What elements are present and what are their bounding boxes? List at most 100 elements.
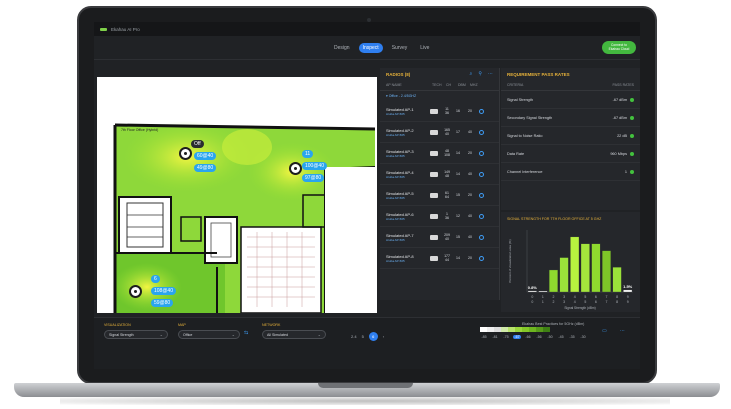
chart-y-label: Percent of visualization area (%) xyxy=(508,239,512,282)
pass-check-icon xyxy=(630,151,634,156)
legend-tick: -81 xyxy=(492,335,498,339)
ap-visibility-toggle-icon[interactable] xyxy=(479,150,484,156)
col-tech: TECH xyxy=(432,83,442,87)
col-ap-name: AP NAME xyxy=(386,83,402,87)
ap-visibility-toggle-icon[interactable] xyxy=(479,255,484,261)
legend-tick: -45 xyxy=(558,335,564,339)
signal-strength-chart: 00 0.8% 11 22 33 44 55 66 77 88 99 1.5% Percent of v… xyxy=(508,230,633,310)
requirement-row[interactable]: Channel Interference 1 xyxy=(501,163,640,181)
search-icon[interactable]: ⌕ xyxy=(470,71,473,77)
chart-tick-label-2: 5 xyxy=(584,300,586,304)
ap-marker-off-icon[interactable] xyxy=(179,147,192,160)
visualization-select[interactable]: Signal Strength ⌄ xyxy=(104,330,168,339)
ap-name-cell: Simulated AP-2 Aruba AP-505 xyxy=(386,128,430,137)
ap-name-cell: Simulated AP-5 Aruba AP-505 xyxy=(386,191,430,200)
ap-6-chip-2: 59@80 xyxy=(151,299,174,307)
connect-cloud-line2: Ekahau Cloud xyxy=(608,47,630,51)
chevron-down-icon: ⌄ xyxy=(231,332,235,337)
legend-tick: -56 xyxy=(536,335,542,339)
ap-visibility-toggle-icon[interactable] xyxy=(479,192,484,198)
tech-icon xyxy=(430,171,438,177)
chart-bar xyxy=(559,257,569,293)
floor-map[interactable]: 7th Floor Office (Hybrid) Off 60@40 49@8… xyxy=(97,77,377,313)
more-options-icon[interactable]: ⋯ xyxy=(620,328,625,334)
ap-dbm: 14 xyxy=(456,172,460,176)
map-link-icon[interactable]: ⇆ xyxy=(244,330,248,336)
app-logo-icon xyxy=(100,27,107,31)
chart-tick-label: 7 xyxy=(606,295,608,299)
ap-visibility-toggle-icon[interactable] xyxy=(479,213,484,219)
map-select[interactable]: Office ⌄ xyxy=(178,330,240,339)
legend-tick: -67 xyxy=(513,335,521,339)
ap-row[interactable]: Simulated AP-6 Aruba AP-505 1 36 12 40 xyxy=(380,206,499,227)
ap-visibility-toggle-icon[interactable] xyxy=(479,234,484,240)
ap-name-cell: Simulated AP-6 Aruba AP-505 xyxy=(386,212,430,221)
ap-marker-6-icon[interactable] xyxy=(129,285,142,298)
ap-visibility-toggle-icon[interactable] xyxy=(479,171,484,177)
ap-row[interactable]: Simulated AP-4 Aruba AP-505 149 48 14 40 xyxy=(380,164,499,185)
ap-off-chip-1: 60@40 xyxy=(194,152,217,160)
chart-tick-label: 3 xyxy=(563,295,565,299)
tech-icon xyxy=(430,192,438,198)
ap-visibility-toggle-icon[interactable] xyxy=(479,129,484,135)
band-24[interactable]: 2.4 xyxy=(351,334,357,339)
band-6[interactable]: 6 xyxy=(368,332,378,341)
chart-tick-label: 9 xyxy=(627,295,629,299)
chart-data-label: 1.5% xyxy=(623,284,633,289)
requirement-label: Signal to Noise Ratio xyxy=(507,133,543,138)
ap-marker-11-icon[interactable] xyxy=(289,162,302,175)
ap-channel: 1 36 xyxy=(445,212,449,220)
floor-plan-heatmap xyxy=(112,121,377,313)
network-select[interactable]: All Simulated ⌄ xyxy=(262,330,326,339)
pass-check-icon xyxy=(630,133,634,138)
ap-name-cell: Simulated AP-1 Aruba AP-505 xyxy=(386,107,430,116)
ap-row[interactable]: Simulated AP-7 Aruba AP-505 209 40 15 40 xyxy=(380,227,499,248)
col-ch: CH xyxy=(446,83,452,87)
band-5[interactable]: 5 xyxy=(362,334,364,339)
ap-row[interactable]: Simulated AP-5 Aruba AP-505 61 64 15 20 xyxy=(380,185,499,206)
radios-panel-header: RADIOS (8) ⌕ ⚲ ⋯ xyxy=(380,68,499,80)
ap-dbm: 16 xyxy=(456,109,460,113)
legend-ticks: -85 -81 -75 -67 -66 -56 -50 -45 -35 -30 xyxy=(480,335,587,339)
bottom-bar: VISUALIZATION Signal Strength ⌄ MAP Offi… xyxy=(94,317,640,369)
tab-live[interactable]: Live xyxy=(416,43,433,53)
ap-row[interactable]: Simulated AP-8 Aruba AP-505 177 44 14 20 xyxy=(380,248,499,269)
ap-mhz: 40 xyxy=(468,130,472,134)
tab-design[interactable]: Design xyxy=(330,43,354,53)
chart-tick-label-2: 3 xyxy=(563,300,565,304)
radios-group[interactable]: ▾ Office - 2.4/5GHZ xyxy=(380,91,499,101)
chart-bar xyxy=(612,267,622,293)
tech-icon xyxy=(430,150,438,156)
tab-bar: Design Inspect Survey Live Connect to Ek… xyxy=(94,36,640,60)
more-bands-icon[interactable]: › xyxy=(383,334,384,339)
ap-row[interactable]: Simulated AP-1 Aruba AP-505 11 36 16 20 xyxy=(380,101,499,122)
ap-model: Aruba AP-505 xyxy=(386,237,405,242)
chart-tick-label-2: 0 xyxy=(531,300,533,304)
more-icon[interactable]: ⋯ xyxy=(488,71,493,77)
chart-tick-label-2: 7 xyxy=(606,300,608,304)
chart-bar xyxy=(527,290,537,293)
pass-check-icon xyxy=(630,97,634,102)
ap-model: Aruba AP-505 xyxy=(386,216,405,221)
requirement-row[interactable]: Signal Strength -67 dBm xyxy=(501,91,640,109)
ap-row[interactable]: Simulated AP-3 Aruba AP-505 48 108 14 20 xyxy=(380,143,499,164)
tab-inspect[interactable]: Inspect xyxy=(358,43,383,53)
expand-icon[interactable]: ▭ xyxy=(602,328,607,334)
col-mhz: MHZ xyxy=(470,83,478,87)
ap-row[interactable]: Simulated AP-2 Aruba AP-505 165 40 17 40 xyxy=(380,122,499,143)
requirement-row[interactable]: Secondary Signal Strength -67 dBm xyxy=(501,109,640,127)
connect-cloud-button[interactable]: Connect to Ekahau Cloud xyxy=(602,41,636,54)
ap-visibility-toggle-icon[interactable] xyxy=(479,108,484,114)
filter-icon[interactable]: ⚲ xyxy=(478,71,482,77)
requirement-row[interactable]: Data Rate 960 Mbps xyxy=(501,145,640,163)
ap-dbm: 12 xyxy=(456,214,460,218)
requirement-value: -67 dBm xyxy=(612,115,627,120)
chart-x-label: Signal Strength (dBm) xyxy=(564,306,595,310)
requirement-row[interactable]: Signal to Noise Ratio 22 dB xyxy=(501,127,640,145)
chevron-down-icon: ⌄ xyxy=(159,332,163,337)
map-value: Office xyxy=(183,333,193,337)
ap-name-cell: Simulated AP-8 Aruba AP-505 xyxy=(386,254,430,263)
radios-columns: AP NAME TECH CH DBM MHZ xyxy=(380,80,499,91)
requirement-label: Signal Strength xyxy=(507,97,533,102)
tab-survey[interactable]: Survey xyxy=(388,43,412,53)
